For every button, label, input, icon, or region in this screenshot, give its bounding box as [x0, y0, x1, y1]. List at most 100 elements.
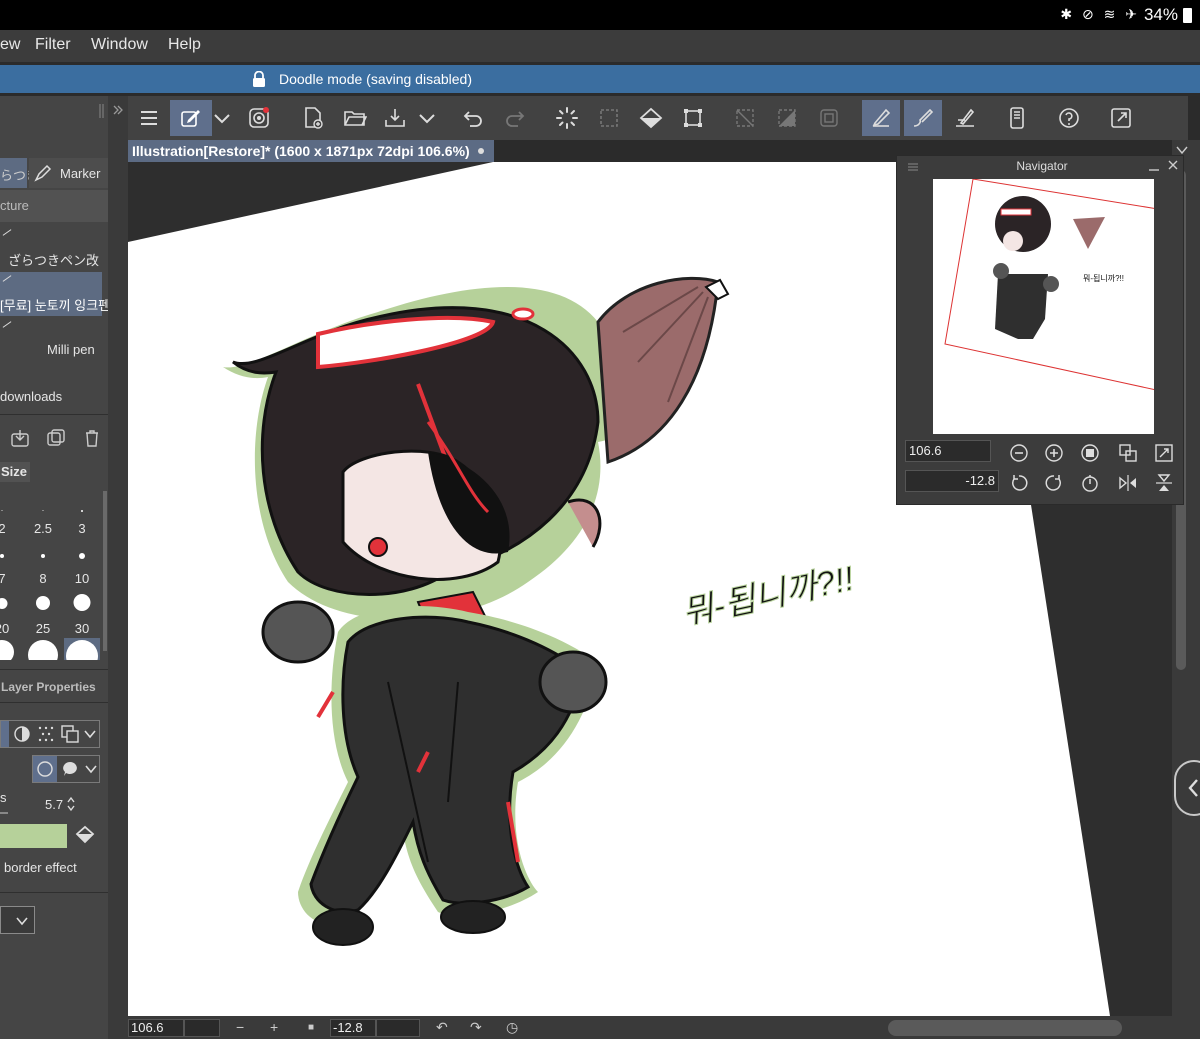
doodle-mode-text: Doodle mode (saving disabled): [279, 71, 472, 87]
effect-selected[interactable]: [1, 721, 9, 747]
loading-button[interactable]: [548, 100, 586, 136]
edge-panel-handle[interactable]: [1174, 760, 1200, 816]
actual-size-button[interactable]: ■: [308, 1022, 314, 1033]
download-brush-icon[interactable]: [10, 428, 30, 448]
invert-selection-button[interactable]: [768, 100, 806, 136]
fill-bucket-icon[interactable]: [73, 824, 99, 848]
size-tab[interactable]: Size: [0, 462, 30, 482]
tab-brush-group-1[interactable]: らつき: [0, 158, 39, 188]
zoom-in-button[interactable]: +: [270, 1019, 278, 1035]
chevron-down-icon[interactable]: [83, 728, 97, 740]
zoom-in-icon[interactable]: [1044, 443, 1064, 463]
halftone-icon[interactable]: [37, 725, 55, 743]
zoom-out-icon[interactable]: [1009, 443, 1029, 463]
size-option[interactable]: [25, 638, 61, 660]
reset-rotation-icon[interactable]: [1080, 473, 1100, 493]
fit-window-icon[interactable]: [1118, 443, 1138, 463]
size-label: 8: [39, 571, 47, 586]
deselect-button[interactable]: [726, 100, 764, 136]
size-label: 20: [0, 621, 10, 636]
tab-marker[interactable]: Marker: [29, 158, 108, 188]
reset-rotation-button[interactable]: ◷: [506, 1019, 518, 1036]
menu-window[interactable]: Window: [91, 36, 148, 54]
edit-mode-dropdown[interactable]: [206, 100, 238, 136]
size-option[interactable]: 8: [25, 538, 61, 588]
help-button[interactable]: [1050, 100, 1088, 136]
draw-tool-button[interactable]: [862, 100, 900, 136]
selection-button[interactable]: [590, 100, 628, 136]
rotate-right-button[interactable]: ↷: [470, 1019, 482, 1036]
undo-button[interactable]: [454, 100, 492, 136]
divider: [0, 669, 108, 670]
fill-button[interactable]: [632, 100, 670, 136]
bottom-zoom-field[interactable]: 106.6: [128, 1019, 184, 1037]
menu-filter[interactable]: Filter: [35, 36, 71, 54]
size-option[interactable]: 20: [0, 588, 20, 638]
tab-texture-label: cture: [0, 198, 29, 213]
bubble-icon[interactable]: [61, 760, 79, 778]
navigator-zoom-field[interactable]: 106.6: [905, 440, 991, 462]
transform-button[interactable]: [674, 100, 712, 136]
tone-icon[interactable]: [13, 725, 31, 743]
layer-dropdown[interactable]: [0, 906, 35, 934]
tab-texture[interactable]: cture: [0, 190, 108, 222]
chevron-down-icon[interactable]: [84, 763, 98, 775]
flip-vertical-icon[interactable]: [1154, 473, 1174, 493]
zoom-out-button[interactable]: −: [236, 1019, 244, 1035]
device-button[interactable]: [998, 100, 1036, 136]
redo-button[interactable]: [496, 100, 534, 136]
navigator-rotation-field[interactable]: -12.8: [905, 470, 999, 492]
document-tab[interactable]: Illustration[Restore]* (1600 x 1871px 72…: [128, 140, 494, 162]
size-option[interactable]: 25: [25, 588, 61, 638]
menu-help[interactable]: Help: [168, 36, 201, 54]
brush-item[interactable]: Milli pen: [0, 318, 102, 362]
border-color-swatch[interactable]: [0, 824, 67, 848]
save-dropdown[interactable]: [412, 100, 442, 136]
size-option[interactable]: 2: [0, 488, 20, 538]
chevron-down-icon: [419, 114, 435, 124]
circle-border-option[interactable]: [33, 756, 57, 782]
size-option[interactable]: 7: [0, 538, 20, 588]
menu-button[interactable]: [130, 100, 168, 136]
size-scrollbar[interactable]: [103, 491, 107, 651]
minimize-icon[interactable]: [1148, 161, 1160, 173]
rotation-slider[interactable]: [376, 1019, 420, 1037]
bottom-rotation-field[interactable]: -12.8: [330, 1019, 376, 1037]
rotate-left-button[interactable]: ↶: [436, 1019, 448, 1036]
duplicate-brush-icon[interactable]: [46, 428, 66, 448]
size-option[interactable]: 2.5: [25, 488, 61, 538]
zoom-slider[interactable]: [184, 1019, 220, 1037]
rotate-right-icon[interactable]: [1044, 473, 1064, 493]
downloads-link[interactable]: downloads: [0, 389, 62, 404]
thickness-value[interactable]: 5.7: [45, 797, 63, 812]
save-button[interactable]: [376, 100, 414, 136]
brush-item-selected[interactable]: [무료] 눈토끼 잉크펜: [0, 272, 108, 316]
size-option[interactable]: 3: [64, 488, 100, 538]
rotate-left-icon[interactable]: [1009, 473, 1029, 493]
spinner-icon[interactable]: [66, 796, 76, 812]
size-option[interactable]: 30: [64, 588, 100, 638]
double-chevron-right-icon[interactable]: [112, 104, 124, 116]
fullscreen-button[interactable]: [1102, 100, 1140, 136]
ruler-tool-button[interactable]: [946, 100, 984, 136]
navigator-preview[interactable]: 뭐-됩니까?!!: [933, 179, 1154, 434]
brush-item[interactable]: ざらつきペン改: [0, 226, 102, 270]
open-button[interactable]: [336, 100, 374, 136]
panel-grip-icon[interactable]: [98, 104, 108, 118]
close-icon[interactable]: [1167, 159, 1179, 171]
eraser-tool-button[interactable]: [904, 100, 942, 136]
select-all-button[interactable]: [810, 100, 848, 136]
fit-canvas-icon[interactable]: [1154, 443, 1174, 463]
size-option-selected[interactable]: [64, 638, 100, 660]
new-canvas-button[interactable]: [294, 100, 332, 136]
layer-copy-icon[interactable]: [61, 725, 79, 743]
canvas-scrollbar-horizontal[interactable]: [888, 1020, 1122, 1036]
actual-size-icon[interactable]: [1080, 443, 1100, 463]
companion-button[interactable]: [240, 100, 278, 136]
menu-view[interactable]: ew: [0, 36, 20, 54]
delete-brush-icon[interactable]: [82, 428, 102, 448]
flip-horizontal-icon[interactable]: [1118, 473, 1138, 493]
help-icon: [1059, 108, 1079, 128]
size-option[interactable]: 10: [64, 538, 100, 588]
size-option[interactable]: [0, 638, 20, 660]
